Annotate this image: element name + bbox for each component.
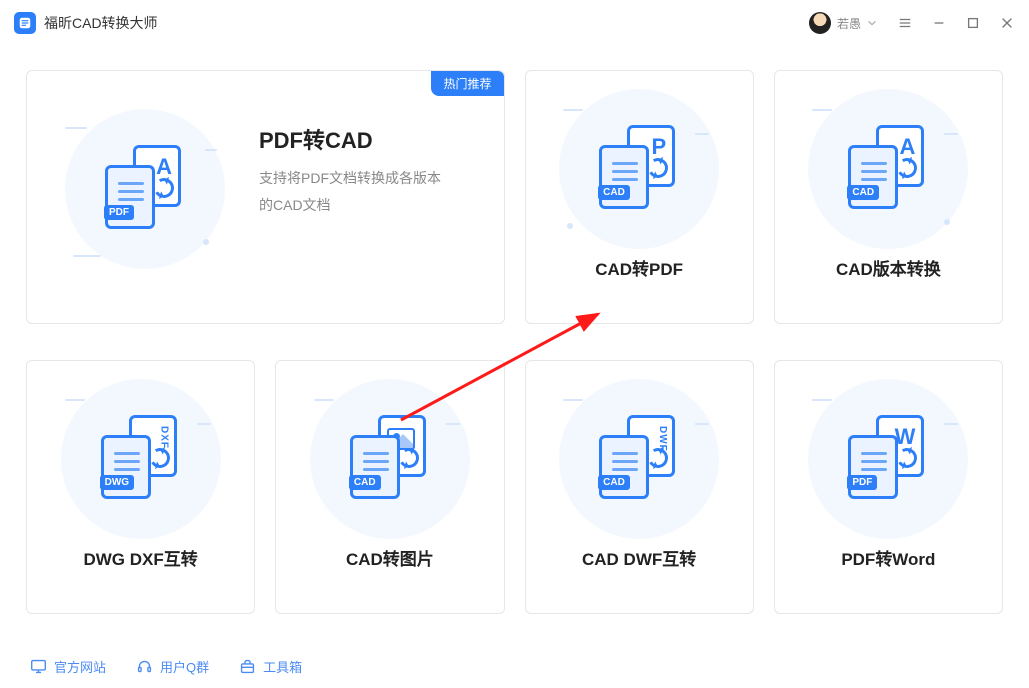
menu-button[interactable] — [897, 15, 913, 31]
footer: 官方网站 用户Q群 工具箱 — [0, 644, 1029, 688]
toolbox-icon — [239, 658, 256, 675]
card-dwg-dxf[interactable]: DXF DWG DWG DXF互转 — [26, 360, 255, 614]
avatar-icon — [809, 12, 831, 34]
card-title: PDF转CAD — [259, 123, 484, 155]
user-menu[interactable]: 若愚 — [809, 12, 877, 34]
card-illustration: A PDF — [55, 99, 235, 279]
card-cad-version[interactable]: A CAD CAD版本转换 — [774, 70, 1003, 324]
card-desc: 支持将PDF文档转换成各版本的CAD文档 — [259, 165, 449, 218]
headset-icon — [136, 658, 153, 675]
minimize-button[interactable] — [931, 15, 947, 31]
card-pdf-to-word[interactable]: W PDF PDF转Word — [774, 360, 1003, 614]
card-illustration: A CAD — [798, 79, 978, 259]
titlebar: 福昕CAD转换大师 若愚 — [0, 0, 1029, 46]
footer-label: 工具箱 — [263, 657, 302, 676]
close-button[interactable] — [999, 15, 1015, 31]
footer-official-site[interactable]: 官方网站 — [30, 657, 106, 676]
title-right: 若愚 — [809, 12, 1015, 34]
maximize-button[interactable] — [965, 15, 981, 31]
card-illustration: P CAD — [549, 79, 729, 259]
footer-label: 官方网站 — [54, 657, 106, 676]
chevron-down-icon — [867, 18, 877, 28]
card-illustration: DXF DWG — [51, 369, 231, 549]
card-illustration: DWF CAD — [549, 369, 729, 549]
card-pdf-to-cad[interactable]: 热门推荐 A PDF PDF转CAD 支持将PDF文档转换成各版本的CAD文档 — [26, 70, 505, 324]
card-cad-to-pdf[interactable]: P CAD CAD转PDF — [525, 70, 754, 324]
card-cad-dwf[interactable]: DWF CAD CAD DWF互转 — [525, 360, 754, 614]
card-grid: 热门推荐 A PDF PDF转CAD 支持将PDF文档转换成各版本的CAD文档 — [26, 70, 1003, 324]
card-cad-to-image[interactable]: CAD CAD转图片 — [275, 360, 504, 614]
footer-label: 用户Q群 — [160, 657, 209, 676]
badge-hot: 热门推荐 — [431, 71, 503, 96]
card-grid-row2: DXF DWG DWG DXF互转 CAD CAD转图片 — [26, 360, 1003, 614]
window-controls — [897, 15, 1015, 31]
app-logo-icon — [14, 12, 36, 34]
card-illustration: W PDF — [798, 369, 978, 549]
title-left: 福昕CAD转换大师 — [14, 12, 158, 34]
monitor-icon — [30, 658, 47, 675]
app-title: 福昕CAD转换大师 — [44, 13, 158, 33]
card-illustration: CAD — [300, 369, 480, 549]
footer-q-group[interactable]: 用户Q群 — [136, 657, 209, 676]
user-name: 若愚 — [837, 15, 861, 32]
main: 热门推荐 A PDF PDF转CAD 支持将PDF文档转换成各版本的CAD文档 — [0, 46, 1029, 614]
footer-toolbox[interactable]: 工具箱 — [239, 657, 302, 676]
